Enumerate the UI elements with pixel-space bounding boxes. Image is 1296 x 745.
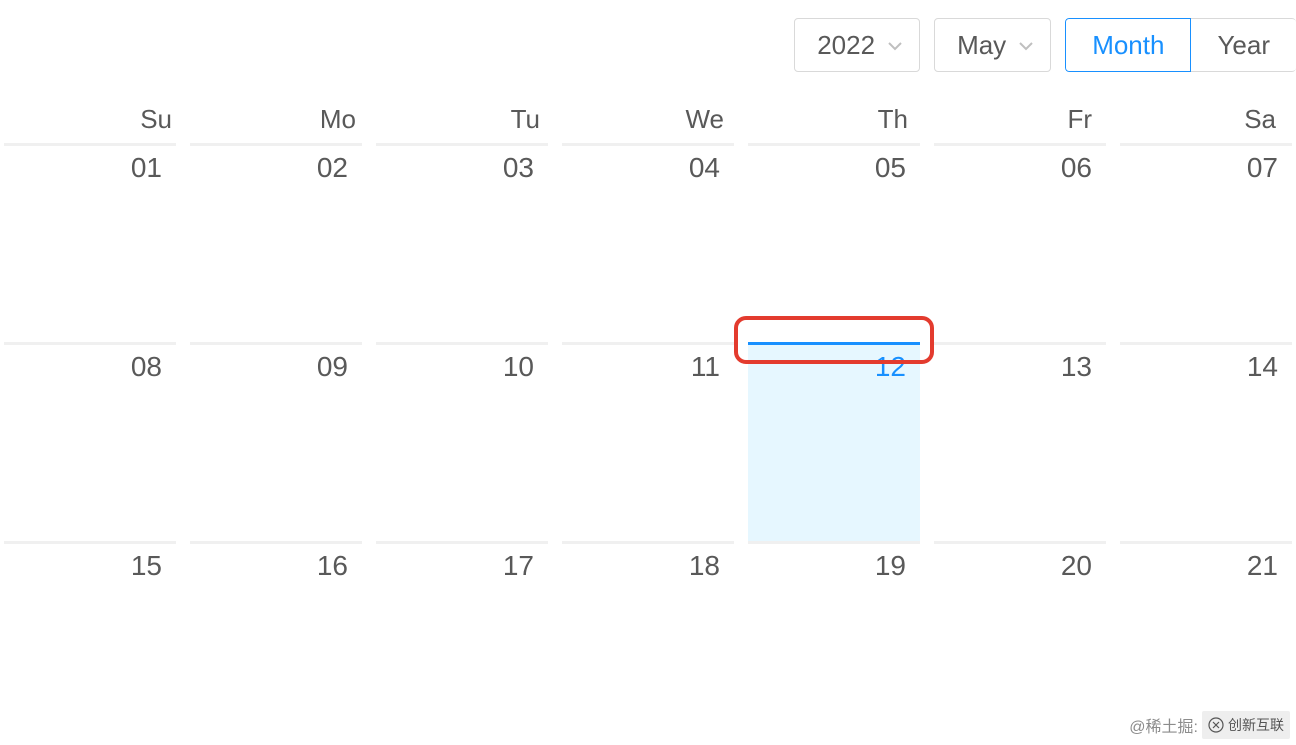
calendar-day[interactable]: 10 — [376, 342, 548, 541]
watermark-text: @稀土掘: — [1129, 713, 1198, 737]
day-number: 05 — [875, 152, 906, 183]
day-number: 13 — [1061, 351, 1092, 382]
day-number: 19 — [875, 550, 906, 581]
calendar-day[interactable]: 01 — [4, 143, 176, 342]
watermark: @稀土掘: 创新互联 — [1129, 711, 1290, 739]
calendar-day[interactable]: 21 — [1120, 541, 1292, 701]
day-number: 20 — [1061, 550, 1092, 581]
day-number: 06 — [1061, 152, 1092, 183]
view-month-button[interactable]: Month — [1065, 18, 1191, 72]
day-number: 14 — [1247, 351, 1278, 382]
calendar-day[interactable]: 14 — [1120, 342, 1292, 541]
day-number: 17 — [503, 550, 534, 581]
calendar-day[interactable]: 17 — [376, 541, 548, 701]
brand-icon — [1208, 717, 1224, 733]
day-number: 09 — [317, 351, 348, 382]
chevron-down-icon — [1018, 38, 1032, 52]
weekday-label: We — [556, 96, 740, 143]
calendar-header-controls: 2022 May Month Year — [794, 18, 1296, 72]
year-value: 2022 — [817, 30, 875, 61]
watermark-brand-text: 创新互联 — [1228, 715, 1284, 735]
calendar-day[interactable]: 11 — [562, 342, 734, 541]
weekday-label: Fr — [924, 96, 1108, 143]
day-number: 08 — [131, 351, 162, 382]
calendar-day[interactable]: 02 — [190, 143, 362, 342]
day-number: 16 — [317, 550, 348, 581]
weekday-header-row: SuMoTuWeThFrSa — [0, 96, 1296, 143]
calendar-day[interactable]: 03 — [376, 143, 548, 342]
day-number: 18 — [689, 550, 720, 581]
day-number: 12 — [875, 351, 906, 382]
calendar-day-today[interactable]: 12 — [748, 342, 920, 541]
calendar-day[interactable]: 08 — [4, 342, 176, 541]
year-select[interactable]: 2022 — [794, 18, 920, 72]
calendar-week-row: 01 02 03 04 05 06 07 — [0, 143, 1296, 342]
calendar-day[interactable]: 18 — [562, 541, 734, 701]
day-number: 02 — [317, 152, 348, 183]
calendar-day[interactable]: 09 — [190, 342, 362, 541]
calendar-day[interactable]: 20 — [934, 541, 1106, 701]
calendar-day[interactable]: 07 — [1120, 143, 1292, 342]
weekday-label: Tu — [372, 96, 556, 143]
calendar-week-row: 08 09 10 11 12 13 14 — [0, 342, 1296, 541]
calendar-day[interactable]: 15 — [4, 541, 176, 701]
calendar-day[interactable]: 19 — [748, 541, 920, 701]
day-number: 07 — [1247, 152, 1278, 183]
weekday-label: Th — [740, 96, 924, 143]
calendar-day[interactable]: 06 — [934, 143, 1106, 342]
watermark-brand-badge: 创新互联 — [1202, 711, 1290, 739]
chevron-down-icon — [887, 38, 901, 52]
month-value: May — [957, 30, 1006, 61]
calendar-day[interactable]: 16 — [190, 541, 362, 701]
day-number: 01 — [131, 152, 162, 183]
month-select[interactable]: May — [934, 18, 1051, 72]
calendar-week-row: 15 16 17 18 19 20 21 — [0, 541, 1296, 701]
day-number: 11 — [691, 351, 720, 382]
weekday-label: Sa — [1108, 96, 1292, 143]
day-number: 21 — [1247, 550, 1278, 581]
day-number: 03 — [503, 152, 534, 183]
calendar-weeks: 01 02 03 04 05 06 07 08 09 10 11 12 13 14 15 16 17 18 19 20… — [0, 143, 1296, 701]
calendar-day[interactable]: 05 — [748, 143, 920, 342]
calendar-day[interactable]: 04 — [562, 143, 734, 342]
day-number: 15 — [131, 550, 162, 581]
calendar-day[interactable]: 13 — [934, 342, 1106, 541]
weekday-label: Mo — [188, 96, 372, 143]
weekday-label: Su — [4, 96, 188, 143]
day-number: 04 — [689, 152, 720, 183]
calendar: SuMoTuWeThFrSa 01 02 03 04 05 06 07 08 09 10 11 12 1… — [0, 96, 1296, 701]
day-number: 10 — [503, 351, 534, 382]
view-year-button[interactable]: Year — [1191, 18, 1296, 72]
view-toggle: Month Year — [1065, 18, 1296, 72]
